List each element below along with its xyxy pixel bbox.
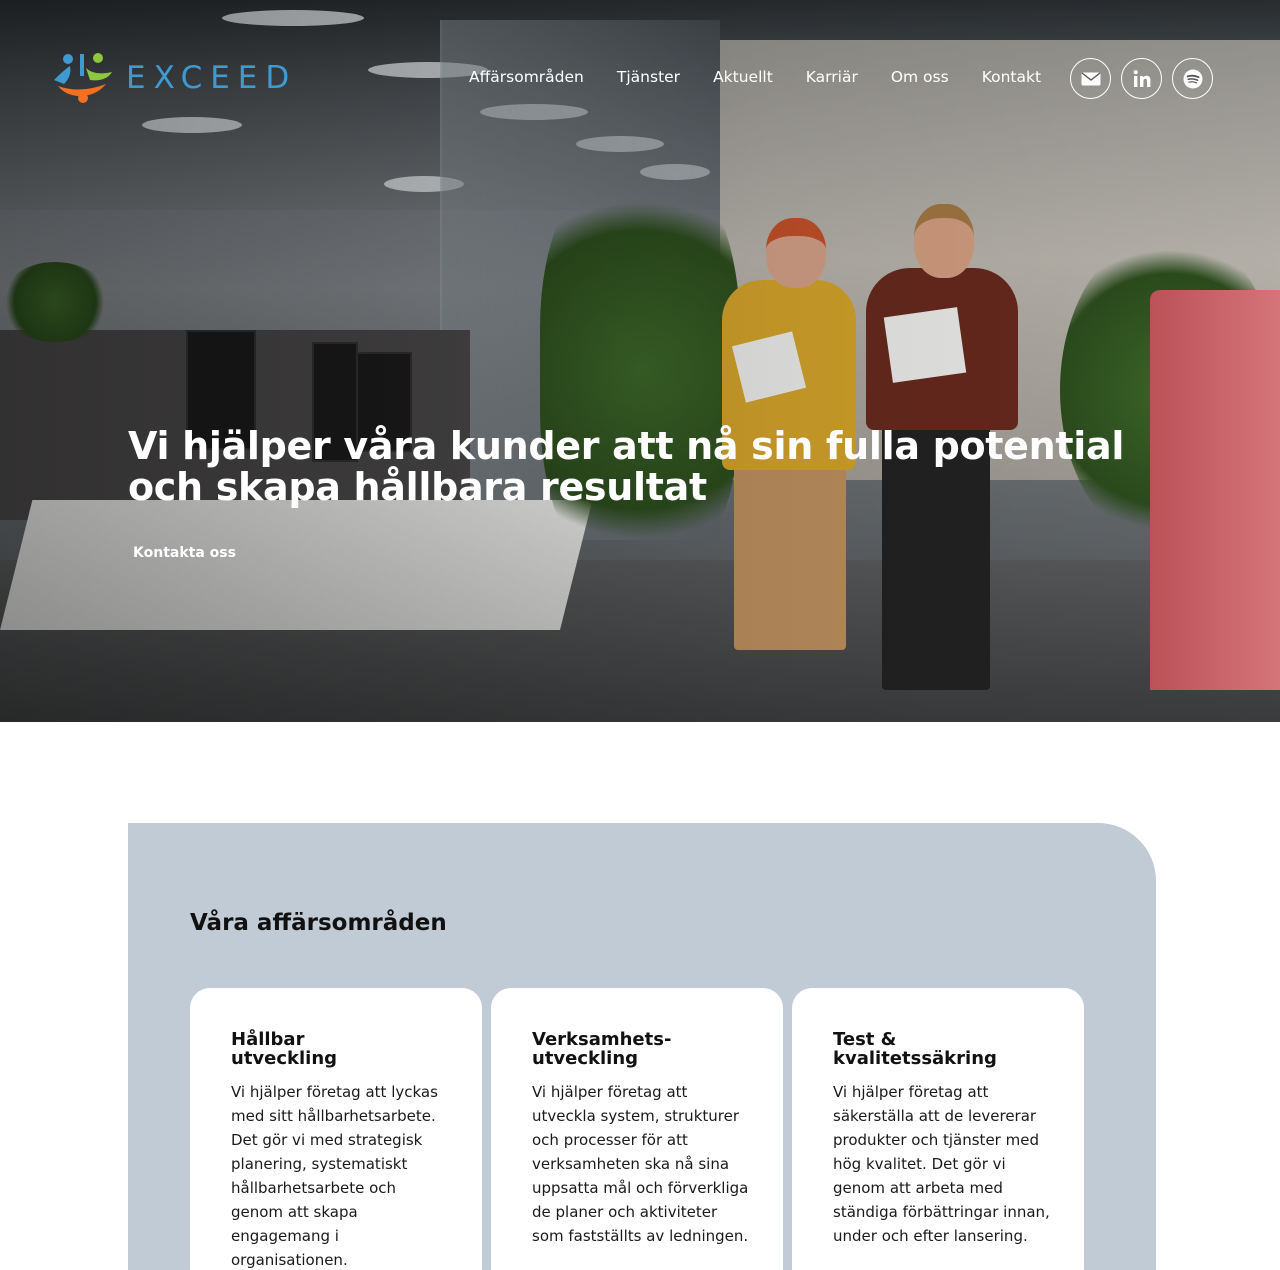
hero-title-line-2: och skapa hållbara resultat bbox=[128, 465, 707, 509]
card-hallbar-utveckling[interactable]: Hållbar utveckling Vi hjälper företag at… bbox=[190, 988, 482, 1270]
card-title: Hållbar utveckling bbox=[231, 1030, 452, 1068]
spotify-icon[interactable] bbox=[1172, 58, 1213, 99]
linkedin-icon[interactable] bbox=[1121, 58, 1162, 99]
section-title: Våra affärsområden bbox=[190, 910, 447, 936]
card-title: Verksamhets- utveckling bbox=[532, 1030, 753, 1068]
contact-button[interactable]: Kontakta oss bbox=[133, 545, 236, 561]
mail-icon[interactable] bbox=[1070, 58, 1111, 99]
nav-item-tjanster[interactable]: Tjänster bbox=[617, 68, 680, 86]
main-nav: Affärsområden Tjänster Aktuellt Karriär … bbox=[469, 68, 1074, 86]
social-links bbox=[1070, 58, 1213, 99]
card-title: Test & kvalitetssäkring bbox=[833, 1030, 1054, 1068]
card-text: Vi hjälper företag att utveckla system, … bbox=[532, 1083, 749, 1245]
logo-text: EXCEED bbox=[126, 60, 298, 96]
card-title-line-2: utveckling bbox=[231, 1048, 338, 1069]
card-title-line-1: Test & bbox=[833, 1029, 897, 1050]
nav-item-aktuellt[interactable]: Aktuellt bbox=[713, 68, 773, 86]
card-text: Vi hjälper företag att säkerställa att d… bbox=[833, 1083, 1050, 1245]
hero-image bbox=[0, 0, 1280, 722]
card-title-line-1: Verksamhets- bbox=[532, 1029, 672, 1050]
card-text: Vi hjälper företag att lyckas med sitt h… bbox=[231, 1083, 438, 1269]
logo[interactable]: EXCEED bbox=[50, 50, 297, 106]
card-title-line-2: kvalitetssäkring bbox=[833, 1048, 997, 1069]
nav-item-kontakt[interactable]: Kontakt bbox=[982, 68, 1041, 86]
hero-overlay bbox=[0, 0, 1280, 722]
hero-title-line-1: Vi hjälper våra kunder att nå sin fulla … bbox=[128, 424, 1125, 468]
card-title-line-2: utveckling bbox=[532, 1048, 639, 1069]
card-title-line-1: Hållbar bbox=[231, 1029, 305, 1050]
hero-title: Vi hjälper våra kunder att nå sin fulla … bbox=[128, 426, 1138, 508]
nav-item-om-oss[interactable]: Om oss bbox=[891, 68, 949, 86]
nav-item-affarsomraden[interactable]: Affärsområden bbox=[469, 68, 584, 86]
nav-item-karriar[interactable]: Karriär bbox=[806, 68, 858, 86]
card-verksamhetsutveckling[interactable]: Verksamhets- utveckling Vi hjälper föret… bbox=[491, 988, 783, 1270]
card-test-kvalitetssakring[interactable]: Test & kvalitetssäkring Vi hjälper föret… bbox=[792, 988, 1084, 1270]
logo-mark-icon bbox=[50, 50, 116, 106]
